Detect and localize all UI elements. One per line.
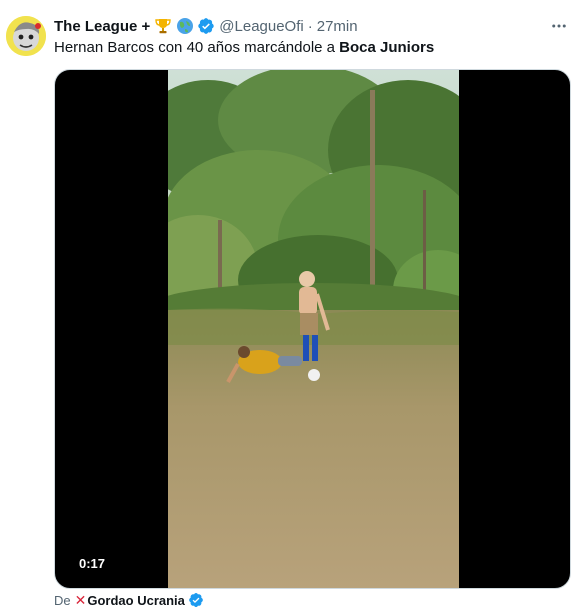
- cross-mark-icon: ✕: [74, 591, 87, 608]
- tweet-header: The League + @LeagueOfi · 27min: [54, 15, 571, 37]
- separator-dot: ·: [307, 17, 313, 35]
- video-duration: 0:17: [75, 553, 110, 574]
- avatar[interactable]: [6, 16, 46, 56]
- handle[interactable]: @LeagueOfi: [219, 18, 303, 35]
- trophy-emoji-icon: [154, 17, 172, 35]
- tweet-text: Hernan Barcos con 40 años marcándole a B…: [54, 38, 434, 58]
- video-frame[interactable]: [168, 70, 459, 588]
- verified-badge-icon: [188, 592, 204, 608]
- tweet-text-bold: Boca Juniors: [339, 39, 435, 56]
- avatar-image: [6, 16, 46, 56]
- more-horizontal-icon[interactable]: [547, 15, 571, 37]
- globe-emoji-icon: [176, 17, 194, 35]
- verified-badge-icon: [197, 17, 215, 35]
- display-name[interactable]: The League +: [54, 18, 150, 35]
- attribution-prefix: De: [54, 592, 71, 608]
- video-player[interactable]: 0:17: [54, 69, 571, 589]
- attribution-source[interactable]: Gordao Ucrania: [87, 593, 185, 608]
- video-attribution: De ✕ Gordao Ucrania: [54, 591, 204, 609]
- tweet: The League + @LeagueOfi · 27min Hernan B…: [0, 0, 581, 611]
- video-thumbnail: [168, 70, 459, 588]
- timestamp[interactable]: 27min: [317, 18, 358, 35]
- tweet-text-plain: Hernan Barcos con 40 años marcándole a: [54, 39, 340, 56]
